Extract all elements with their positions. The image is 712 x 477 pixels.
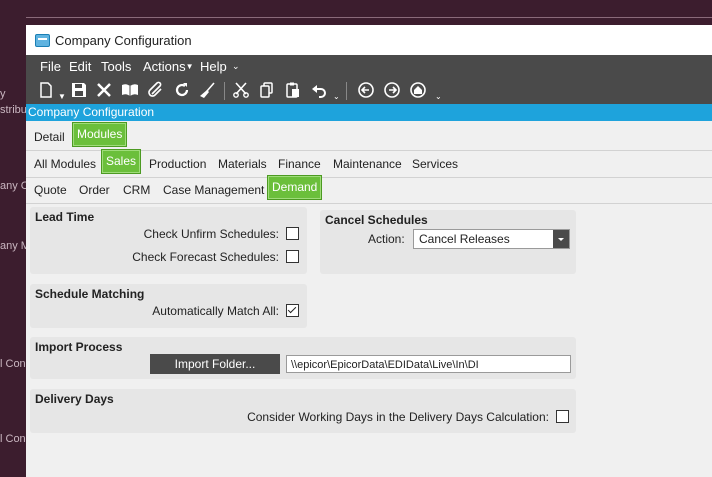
toolbar-separator — [346, 82, 347, 100]
lead-time-group: Lead Time Check Unfirm Schedules: Check … — [30, 207, 307, 274]
auto-match-label: Automatically Match All: — [152, 304, 279, 318]
app-window-icon — [35, 34, 50, 47]
background-divider — [0, 17, 712, 18]
save-icon[interactable] — [69, 81, 89, 101]
paste-icon[interactable] — [283, 81, 303, 101]
menu-file[interactable]: File — [40, 59, 61, 74]
menu-actions-label: Actions — [143, 59, 186, 74]
clear-broom-icon[interactable] — [198, 81, 218, 101]
schedule-matching-title: Schedule Matching — [35, 287, 145, 301]
background-left-panel — [0, 0, 26, 477]
schedule-matching-group: Schedule Matching Automatically Match Al… — [30, 284, 307, 328]
tab-all-modules[interactable]: All Modules — [34, 152, 96, 177]
app-header-title: Company Configuration — [28, 105, 155, 119]
tab-order[interactable]: Order — [79, 178, 110, 203]
book-icon[interactable] — [120, 81, 140, 101]
home-dropdown-icon[interactable]: ⌄ — [435, 92, 442, 101]
tab-case-management[interactable]: Case Management — [163, 178, 264, 203]
tab-quote[interactable]: Quote — [34, 178, 67, 203]
company-configuration-window: Company Configuration File Edit Tools Ac… — [26, 25, 712, 477]
menu-tools[interactable]: Tools — [101, 59, 131, 74]
menu-overflow-icon[interactable]: ⌄ — [232, 61, 240, 72]
check-forecast-label: Check Forecast Schedules: — [132, 250, 279, 264]
new-icon[interactable] — [36, 81, 56, 101]
toolbar-separator — [224, 82, 225, 100]
back-arrow-icon[interactable] — [356, 81, 376, 101]
tab-demand[interactable]: Demand — [267, 175, 323, 200]
background-top — [0, 0, 712, 25]
tab-crm[interactable]: CRM — [123, 178, 150, 203]
background-text: l Con — [0, 433, 26, 445]
menu-actions[interactable]: Actions▼ — [143, 59, 194, 74]
copy-icon[interactable] — [257, 81, 277, 101]
import-process-title: Import Process — [35, 340, 123, 354]
new-dropdown-icon[interactable]: ▼ — [58, 92, 66, 101]
action-value: Cancel Releases — [419, 232, 510, 246]
background-text: stribu — [0, 104, 27, 116]
menu-edit[interactable]: Edit — [69, 59, 91, 74]
refresh-icon[interactable] — [172, 81, 192, 101]
attachment-icon[interactable] — [146, 81, 166, 101]
forward-arrow-icon[interactable] — [382, 81, 402, 101]
title-bar[interactable]: Company Configuration — [26, 25, 712, 55]
working-days-label: Consider Working Days in the Delivery Da… — [247, 410, 549, 424]
module-tab-row: All Modules Sales Production Materials F… — [26, 149, 712, 178]
auto-match-checkbox[interactable] — [286, 304, 299, 317]
check-unfirm-label: Check Unfirm Schedules: — [143, 227, 279, 241]
cut-icon[interactable] — [231, 81, 251, 101]
window-title: Company Configuration — [55, 33, 192, 48]
tab-maintenance[interactable]: Maintenance — [333, 152, 402, 177]
tab-materials[interactable]: Materials — [218, 152, 267, 177]
tab-detail[interactable]: Detail — [34, 125, 65, 150]
menu-help[interactable]: Help — [200, 59, 227, 74]
caret-down-icon: ▼ — [185, 62, 194, 71]
tab-modules[interactable]: Modules — [72, 122, 128, 147]
tab-finance[interactable]: Finance — [278, 152, 321, 177]
tab-production[interactable]: Production — [149, 152, 206, 177]
chevron-down-icon[interactable] — [553, 230, 569, 248]
background-text: y — [0, 88, 6, 100]
delivery-days-group: Delivery Days Consider Working Days in t… — [30, 389, 576, 433]
action-dropdown[interactable]: Cancel Releases — [413, 229, 570, 249]
background-text: any C — [0, 180, 29, 192]
top-tab-row: Detail Modules — [26, 122, 712, 151]
home-icon[interactable] — [408, 81, 428, 101]
undo-icon[interactable] — [309, 81, 329, 101]
cancel-schedules-group: Cancel Schedules Action: Cancel Releases — [320, 210, 576, 274]
check-forecast-checkbox[interactable] — [286, 250, 299, 263]
sales-tab-row: Quote Order CRM Case Management Demand — [26, 175, 712, 204]
toolbar: ▼ ⌄ ⌄ — [26, 77, 712, 104]
delivery-days-title: Delivery Days — [35, 392, 114, 406]
check-unfirm-checkbox[interactable] — [286, 227, 299, 240]
undo-dropdown-icon[interactable]: ⌄ — [333, 92, 340, 101]
action-label: Action: — [368, 232, 405, 246]
import-process-group: Import Process Import Folder... \\epicor… — [30, 337, 576, 379]
cancel-schedules-title: Cancel Schedules — [325, 213, 428, 227]
tab-sales[interactable]: Sales — [101, 149, 142, 174]
delete-icon[interactable] — [94, 81, 114, 101]
import-folder-button[interactable]: Import Folder... — [150, 354, 280, 374]
menu-bar: File Edit Tools Actions▼ Help ⌄ — [26, 55, 712, 77]
tab-services[interactable]: Services — [412, 152, 458, 177]
background-text: l Con — [0, 358, 26, 370]
lead-time-title: Lead Time — [35, 210, 95, 224]
working-days-checkbox[interactable] — [556, 410, 569, 423]
import-folder-path-input[interactable]: \\epicor\EpicorData\EDIData\Live\In\DI — [286, 355, 571, 373]
app-header-bar: Company Configuration — [26, 104, 712, 121]
